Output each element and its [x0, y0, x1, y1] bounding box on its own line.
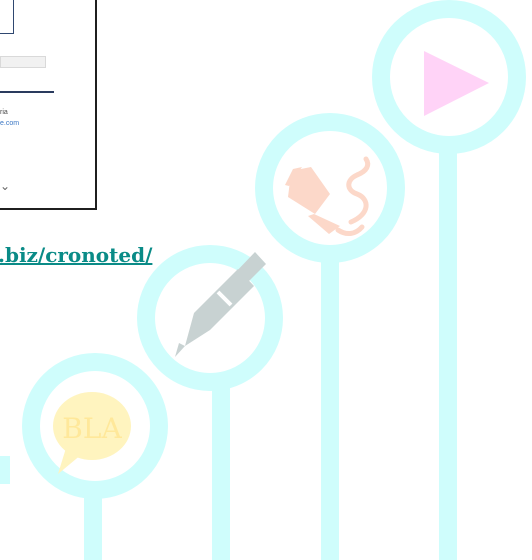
preview-text-line-2: e.com	[0, 120, 20, 127]
svg-text:BLA: BLA	[62, 412, 122, 445]
circle-fountain-pen	[255, 113, 405, 263]
stem-right	[439, 150, 457, 560]
play-icon	[424, 51, 489, 116]
preview-box	[0, 0, 14, 34]
edge-fragment	[0, 456, 10, 484]
stem-mid-left	[212, 385, 230, 560]
fountain-pen-icon	[285, 156, 371, 237]
scene: BLA ria e.com ⌄ .biz/cronoted/	[0, 0, 532, 560]
embedded-screenshot-preview: ria e.com ⌄	[0, 0, 97, 210]
preview-bar	[0, 56, 46, 68]
speech-bubble-icon: BLA	[53, 392, 131, 474]
stem-left	[84, 490, 102, 560]
chevron-down-icon: ⌄	[0, 179, 11, 193]
stem-mid-right	[321, 258, 339, 560]
preview-divider	[0, 91, 54, 93]
preview-text-line-1: ria	[0, 109, 8, 116]
pen-icon	[175, 252, 266, 357]
cronoted-link[interactable]: .biz/cronoted/	[0, 243, 152, 267]
